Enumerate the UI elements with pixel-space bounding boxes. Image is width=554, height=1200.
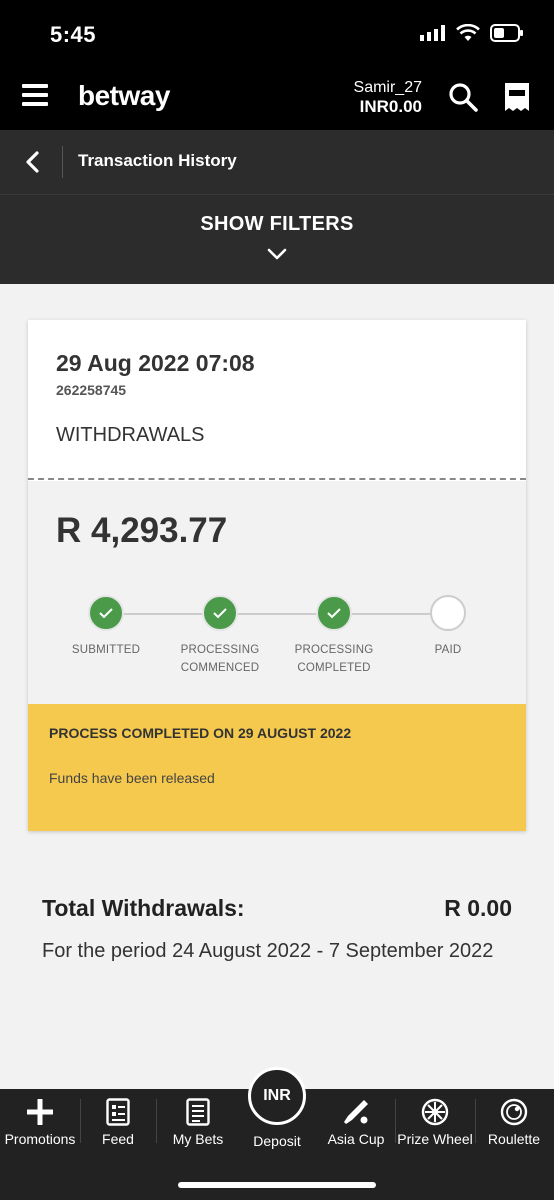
home-indicator [178, 1182, 376, 1188]
notice-title: PROCESS COMPLETED ON 29 AUGUST 2022 [49, 725, 352, 741]
step-label: PROCESSING COMMENCED [180, 644, 260, 675]
nav-prize-wheel[interactable]: Prize Wheel [396, 1097, 474, 1147]
nav-promotions[interactable]: Promotions [2, 1097, 78, 1147]
page-title: Transaction History [78, 151, 237, 170]
transaction-header: 29 Aug 2022 07:08 262258745 WITHDRAWALS [28, 320, 526, 480]
notice-text: Funds have been released [49, 770, 215, 786]
transaction-amount: R 4,293.77 [56, 511, 228, 550]
pending-circle-icon [430, 595, 466, 631]
nav-label: Roulette [487, 1131, 541, 1147]
battery-icon [490, 24, 523, 42]
transaction-date: 29 Aug 2022 07:08 [56, 350, 255, 376]
app-header: betway Samir_27 INR0.00 [0, 62, 554, 130]
nav-label: Promotions [4, 1131, 76, 1147]
page-subheader: Transaction History [0, 130, 554, 194]
step-label: PAID [434, 644, 462, 656]
nav-asia-cup[interactable]: Asia Cup [318, 1097, 394, 1147]
transaction-body: R 4,293.77 SUBMITTED PROCESSING COMMENCED [28, 481, 526, 704]
show-filters-button[interactable]: SHOW FILTERS [0, 194, 554, 284]
totals-summary: Total Withdrawals: R 0.00 For the period… [42, 895, 512, 968]
cricket-icon [344, 1100, 368, 1124]
step-label: SUBMITTED [71, 644, 141, 656]
plus-icon [27, 1099, 53, 1125]
nav-deposit[interactable]: Deposit [240, 1129, 314, 1149]
user-account[interactable]: Samir_27 INR0.00 [354, 78, 422, 118]
status-time: 5:45 [50, 22, 97, 47]
transaction-type: WITHDRAWALS [56, 424, 205, 446]
step-processing-commenced: PROCESSING COMMENCED [160, 595, 280, 678]
nav-roulette[interactable]: Roulette [476, 1097, 552, 1147]
search-icon[interactable] [448, 82, 478, 112]
nav-label: Deposit [253, 1133, 301, 1149]
step-processing-completed: PROCESSING COMPLETED [274, 595, 394, 678]
wheel-icon [421, 1098, 449, 1126]
status-notice: PROCESS COMPLETED ON 29 AUGUST 2022 Fund… [28, 704, 526, 831]
chevron-down-icon [267, 248, 287, 260]
divider [62, 146, 63, 178]
progress-steps: SUBMITTED PROCESSING COMMENCED PROCESSING… [28, 595, 526, 685]
status-bar: 5:45 [0, 0, 554, 62]
transaction-card: 29 Aug 2022 07:08 262258745 WITHDRAWALS … [28, 320, 526, 831]
username: Samir_27 [353, 79, 422, 96]
show-filters-label: SHOW FILTERS [200, 213, 354, 235]
deposit-icon[interactable]: INR [248, 1067, 306, 1125]
transaction-id: 262258745 [56, 382, 127, 398]
totals-row: Total Withdrawals: R 0.00 [42, 895, 512, 922]
step-paid: PAID [388, 595, 508, 659]
menu-icon[interactable] [22, 84, 48, 106]
roulette-icon [500, 1098, 528, 1126]
nav-label: Asia Cup [327, 1131, 385, 1147]
nav-feed[interactable]: Feed [82, 1097, 154, 1147]
betway-logo[interactable]: betway [78, 80, 170, 112]
totals-value: R 0.00 [444, 895, 512, 921]
nav-label: Prize Wheel [397, 1131, 473, 1147]
step-label: PROCESSING COMPLETED [294, 644, 374, 675]
step-submitted: SUBMITTED [46, 595, 166, 659]
signal-icon [420, 25, 445, 41]
feed-icon [106, 1098, 130, 1126]
status-icons [420, 24, 524, 42]
wifi-icon [456, 24, 480, 41]
check-icon [316, 595, 352, 631]
check-icon [202, 595, 238, 631]
totals-label: Total Withdrawals: [42, 895, 245, 921]
nav-label: Feed [102, 1131, 134, 1147]
nav-my-bets[interactable]: My Bets [158, 1097, 238, 1147]
balance: INR0.00 [359, 97, 422, 117]
nav-label: My Bets [172, 1131, 224, 1147]
mybets-icon [186, 1098, 210, 1126]
betslip-icon[interactable] [504, 82, 530, 112]
back-icon[interactable] [18, 146, 50, 178]
check-icon [88, 595, 124, 631]
totals-period: For the period 24 August 2022 - 7 Septem… [42, 940, 494, 962]
